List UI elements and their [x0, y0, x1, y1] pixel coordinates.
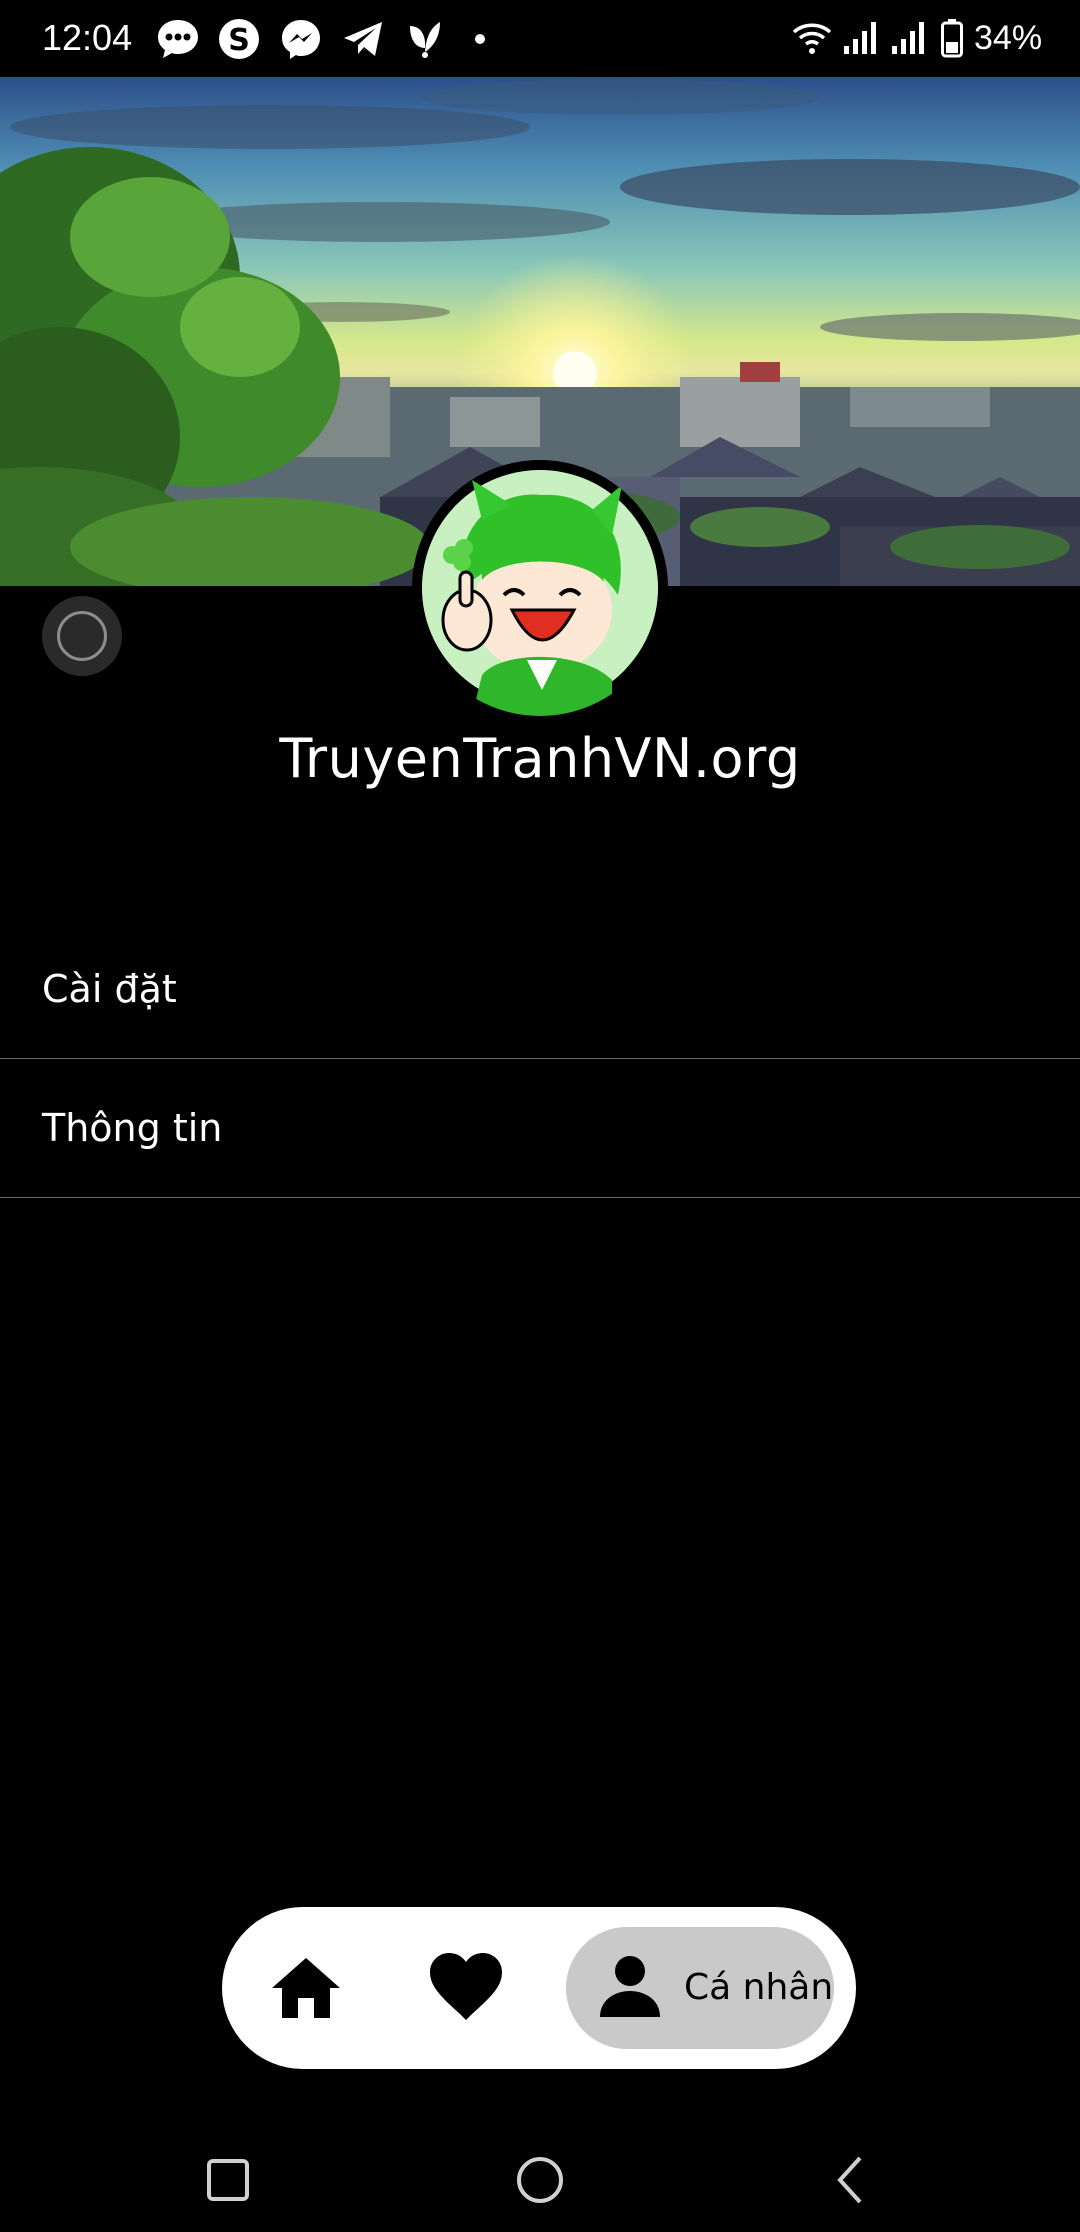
person-icon	[600, 1956, 660, 2017]
home-circle-icon[interactable]	[510, 2150, 570, 2210]
battery-percent: 34%	[974, 19, 1043, 57]
site-name: TruyenTranhVN.org	[279, 727, 801, 790]
recents-icon[interactable]	[198, 2150, 258, 2210]
skype-icon: S	[219, 19, 259, 59]
menu-item-label: Thông tin	[42, 1106, 223, 1150]
tab-profile-label: Cá nhân	[684, 1967, 834, 2008]
tab-profile[interactable]: Cá nhân	[566, 1927, 834, 2049]
status-time: 12:04	[42, 17, 133, 58]
menu-item-label: Cài đặt	[42, 967, 177, 1011]
wifi-icon	[792, 23, 832, 54]
menu-item-settings[interactable]: Cài đặt	[0, 920, 1080, 1059]
dot-icon	[475, 34, 485, 44]
status-bar: 12:04 S 34%	[0, 0, 1080, 77]
profile-avatar[interactable]	[412, 460, 668, 716]
app-icon	[410, 22, 440, 58]
heart-icon	[430, 1953, 502, 2020]
menu-item-info[interactable]: Thông tin	[0, 1059, 1080, 1198]
messenger-icon	[282, 20, 320, 59]
tab-favorites[interactable]	[426, 1948, 506, 2028]
battery-icon	[941, 19, 963, 58]
signal-icon	[892, 22, 924, 54]
avatar-image	[414, 462, 666, 716]
system-navigation-bar	[0, 2120, 1080, 2232]
signal-icon	[844, 22, 876, 54]
telegram-icon	[344, 22, 382, 56]
svg-text:S: S	[228, 23, 250, 58]
radio-toggle-button[interactable]	[42, 596, 122, 676]
back-icon[interactable]	[822, 2150, 882, 2210]
home-icon	[272, 1958, 340, 2018]
bottom-tab-bar: Cá nhân	[222, 1907, 856, 2069]
messages-icon	[158, 20, 198, 58]
tab-home[interactable]	[266, 1948, 346, 2028]
